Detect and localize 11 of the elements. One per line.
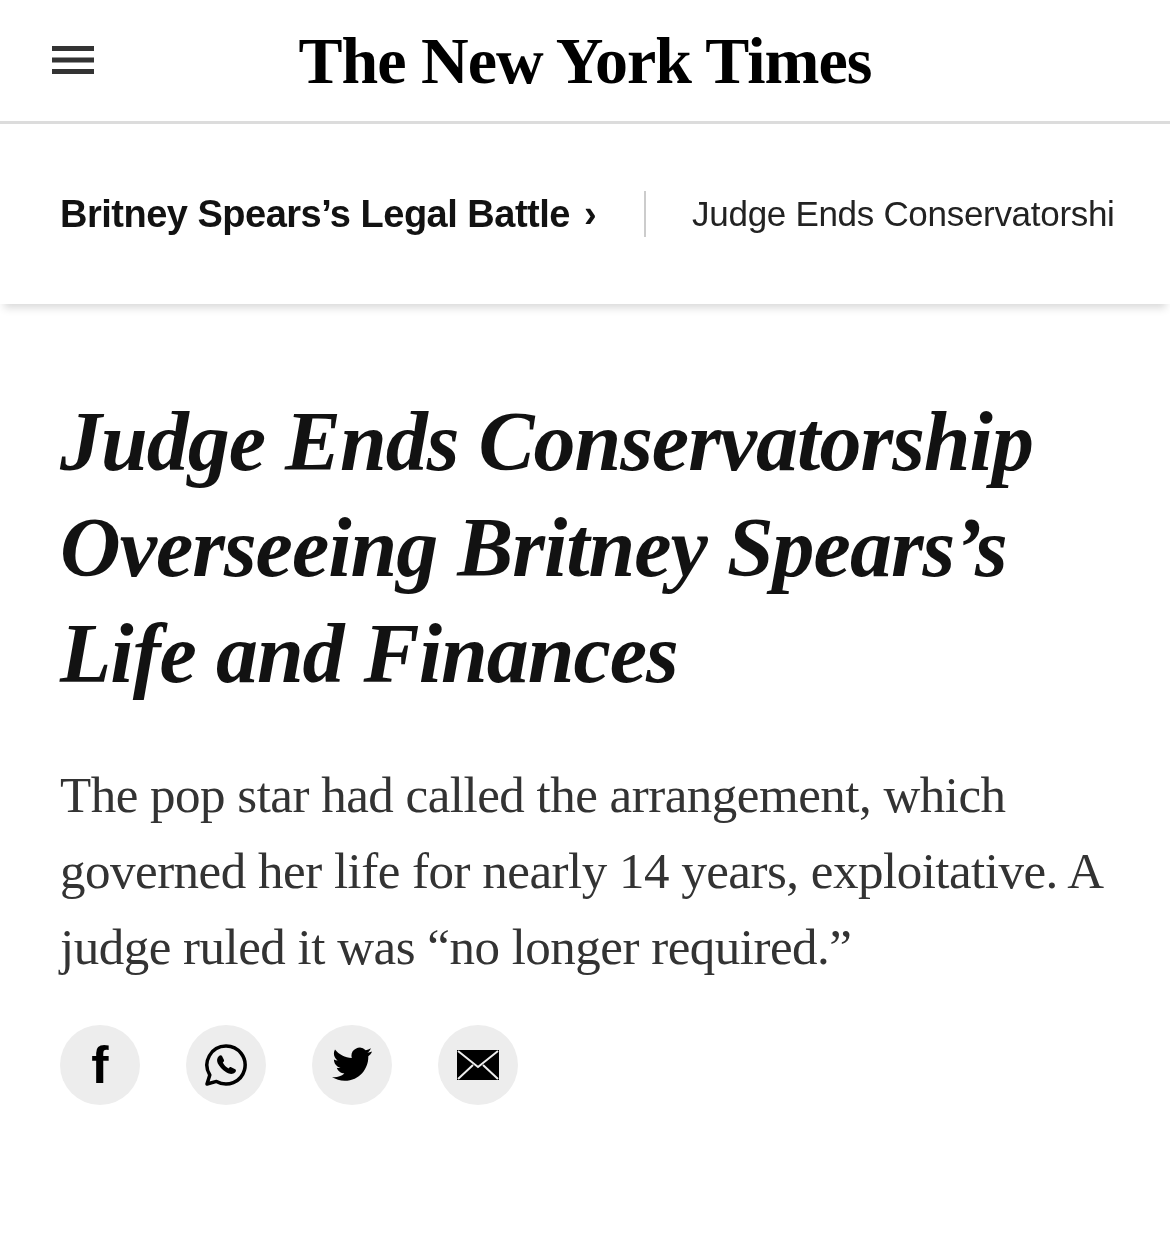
breadcrumb-link[interactable]: Judge Ends Conservatorshi xyxy=(692,187,1115,241)
share-button[interactable]: f xyxy=(60,1025,140,1105)
menu-icon[interactable] xyxy=(52,46,94,74)
chevron-icon: › xyxy=(583,185,597,243)
breadcrumb-link[interactable]: Britney Spears’s Legal Battle xyxy=(60,185,570,243)
summary-text: The pop star had called the arrangement, which governed her life for nearly 14 years, exploitative. A judge ruled it was “no longer required.” xyxy=(60,766,1103,977)
bird-icon xyxy=(331,1047,373,1083)
chat-bubble-icon xyxy=(203,1042,249,1088)
envelope-icon xyxy=(457,1050,499,1080)
masthead-logo[interactable]: The New York Times xyxy=(298,27,872,94)
headline: Judge Ends Conservatorship Overseeing Britney Spears’s Life and Finances xyxy=(60,394,1034,702)
